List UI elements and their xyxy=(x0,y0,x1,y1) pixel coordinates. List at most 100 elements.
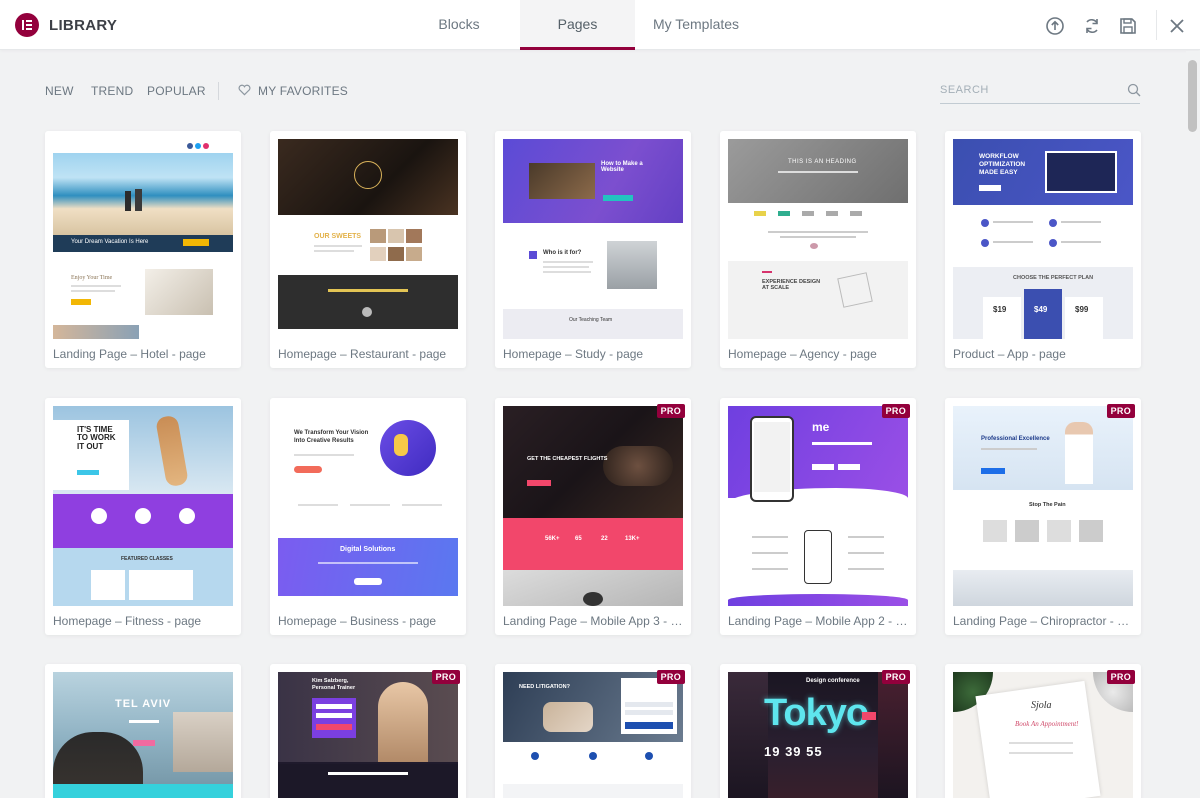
preview-text: 56K+ xyxy=(545,536,560,542)
template-card[interactable]: Design conference Tokyo 19 39 55 PRO xyxy=(720,664,916,798)
template-thumbnail[interactable]: TEL AVIV xyxy=(53,672,233,798)
preview-text: 65 xyxy=(575,536,582,542)
search-icon[interactable] xyxy=(1127,83,1141,97)
template-thumbnail[interactable]: IT'S TIME TO WORK IT OUT FEATURED CLASSE… xyxy=(53,406,233,606)
preview-text: $19 xyxy=(993,305,1007,314)
template-title: Homepage – Study - page xyxy=(503,347,644,361)
library-title: LIBRARY xyxy=(49,17,118,34)
preview-text: NEED LITIGATION? xyxy=(519,684,570,690)
filter-new[interactable]: NEW xyxy=(45,84,74,98)
header-divider xyxy=(1156,10,1157,40)
pro-badge: PRO xyxy=(881,404,910,418)
preview-text: 19 39 55 xyxy=(764,744,823,759)
template-title: Homepage – Business - page xyxy=(278,614,437,628)
preview-text: Stop The Pain xyxy=(1029,502,1066,508)
tab-pages[interactable]: Pages xyxy=(520,0,635,50)
template-title: Homepage – Fitness - page xyxy=(53,614,202,628)
preview-text: Who is it for? xyxy=(543,250,582,256)
preview-text: IT'S TIME TO WORK IT OUT xyxy=(77,425,116,451)
filter-separator xyxy=(218,82,219,100)
pro-badge: PRO xyxy=(881,670,910,684)
template-card[interactable]: NEED LITIGATION? PRO xyxy=(495,664,691,798)
template-card[interactable]: How to Make a Website Who is it for? Our… xyxy=(495,131,691,368)
template-thumbnail[interactable]: GET THE CHEAPEST FLIGHTS 56K+ 65 22 13K+ xyxy=(503,406,683,606)
template-thumbnail[interactable]: THIS IS AN HEADING EXPERIENCE DESIGN AT … xyxy=(728,139,908,339)
preview-text: THIS IS AN HEADING xyxy=(788,159,857,165)
pro-badge: PRO xyxy=(656,670,685,684)
preview-text: WORKFLOW OPTIMIZATION MADE EASY xyxy=(979,153,1026,176)
preview-text: FEATURED CLASSES xyxy=(121,556,173,562)
template-card[interactable]: GET THE CHEAPEST FLIGHTS 56K+ 65 22 13K+… xyxy=(495,398,691,635)
template-card[interactable]: me PRO Landing Page – Mobile App 2 - pag… xyxy=(720,398,916,635)
upload-icon[interactable] xyxy=(1045,16,1065,36)
template-title: Landing Page – Hotel - page xyxy=(53,347,206,361)
preview-text: Tokyo xyxy=(764,692,869,734)
template-thumbnail[interactable]: OUR SWEETS xyxy=(278,139,458,339)
preview-text: 22 xyxy=(601,536,608,542)
elementor-logo-icon xyxy=(15,13,39,37)
template-card[interactable]: IT'S TIME TO WORK IT OUT FEATURED CLASSE… xyxy=(45,398,241,635)
template-card[interactable]: Kim Salzberg, Personal Trainer PRO xyxy=(270,664,466,798)
preview-text: Sjola xyxy=(1031,700,1052,711)
preview-text: Your Dream Vacation Is Here xyxy=(71,239,149,245)
template-title: Landing Page – Mobile App 3 - page xyxy=(503,614,683,628)
template-thumbnail[interactable]: NEED LITIGATION? xyxy=(503,672,683,798)
template-thumbnail[interactable]: me xyxy=(728,406,908,606)
preview-text: Digital Solutions xyxy=(340,546,396,553)
preview-text: CHOOSE THE PERFECT PLAN xyxy=(1013,275,1094,281)
template-thumbnail[interactable]: WORKFLOW OPTIMIZATION MADE EASY CHOOSE T… xyxy=(953,139,1133,339)
template-card[interactable]: We Transform Your Vision Into Creative R… xyxy=(270,398,466,635)
template-card[interactable]: OUR SWEETS Homepage – Restaurant - page xyxy=(270,131,466,368)
template-thumbnail[interactable]: Sjola Book An Appointment! xyxy=(953,672,1133,798)
template-thumbnail[interactable]: Kim Salzberg, Personal Trainer xyxy=(278,672,458,798)
save-icon[interactable] xyxy=(1118,16,1138,36)
template-thumbnail[interactable]: We Transform Your Vision Into Creative R… xyxy=(278,406,458,606)
preview-text: Professional Excellence xyxy=(981,436,1050,442)
scrollbar-thumb[interactable] xyxy=(1188,60,1197,132)
template-title: Landing Page – Mobile App 2 - page xyxy=(728,614,908,628)
library-header: LIBRARY Blocks Pages My Templates xyxy=(0,0,1200,50)
template-title: Product – App - page xyxy=(953,347,1066,361)
preview-text: $49 xyxy=(1034,305,1048,314)
template-card[interactable]: WORKFLOW OPTIMIZATION MADE EASY CHOOSE T… xyxy=(945,131,1141,368)
preview-text: Design conference xyxy=(806,678,860,684)
heart-icon[interactable] xyxy=(238,84,251,96)
template-title: Homepage – Restaurant - page xyxy=(278,347,447,361)
template-title: Landing Page – Chiropractor - page xyxy=(953,614,1133,628)
tab-blocks[interactable]: Blocks xyxy=(400,0,518,50)
pro-badge: PRO xyxy=(656,404,685,418)
template-title: Homepage – Agency - page xyxy=(728,347,877,361)
preview-text: $99 xyxy=(1075,305,1089,314)
preview-text: EXPERIENCE DESIGN AT SCALE xyxy=(762,279,821,291)
preview-text: TEL AVIV xyxy=(115,698,172,710)
search-box xyxy=(940,78,1141,104)
close-icon[interactable] xyxy=(1167,16,1187,36)
preview-text: We Transform Your Vision Into Creative R… xyxy=(294,430,369,444)
template-card[interactable]: THIS IS AN HEADING EXPERIENCE DESIGN AT … xyxy=(720,131,916,368)
preview-text: Kim Salzberg, Personal Trainer xyxy=(312,678,356,691)
template-card[interactable]: Sjola Book An Appointment! PRO xyxy=(945,664,1141,798)
template-card[interactable]: Professional Excellence Stop The Pain PR… xyxy=(945,398,1141,635)
preview-text: Our Teaching Team xyxy=(569,317,613,323)
scrollbar-track[interactable] xyxy=(1186,51,1200,798)
preview-text: 13K+ xyxy=(625,536,640,542)
tab-my-templates[interactable]: My Templates xyxy=(640,0,752,50)
template-card[interactable]: Your Dream Vacation Is Here Enjoy Your T… xyxy=(45,131,241,368)
preview-text: GET THE CHEAPEST FLIGHTS xyxy=(527,456,608,462)
filter-popular[interactable]: POPULAR xyxy=(147,84,206,98)
template-card[interactable]: TEL AVIV xyxy=(45,664,241,798)
pro-badge: PRO xyxy=(1106,404,1135,418)
pro-badge: PRO xyxy=(1106,670,1135,684)
template-thumbnail[interactable]: How to Make a Website Who is it for? Our… xyxy=(503,139,683,339)
search-input[interactable] xyxy=(940,78,1120,102)
template-thumbnail[interactable]: Design conference Tokyo 19 39 55 xyxy=(728,672,908,798)
filter-trend[interactable]: TREND xyxy=(91,84,133,98)
preview-text: Book An Appointment! xyxy=(1015,720,1079,728)
sync-icon[interactable] xyxy=(1082,16,1102,36)
template-thumbnail[interactable]: Your Dream Vacation Is Here Enjoy Your T… xyxy=(53,139,233,339)
preview-text: Enjoy Your Time xyxy=(71,275,113,281)
preview-text: OUR SWEETS xyxy=(314,233,362,240)
preview-text: How to Make a Website xyxy=(601,161,643,173)
filter-my-favorites[interactable]: MY FAVORITES xyxy=(258,84,348,98)
template-thumbnail[interactable]: Professional Excellence Stop The Pain xyxy=(953,406,1133,606)
